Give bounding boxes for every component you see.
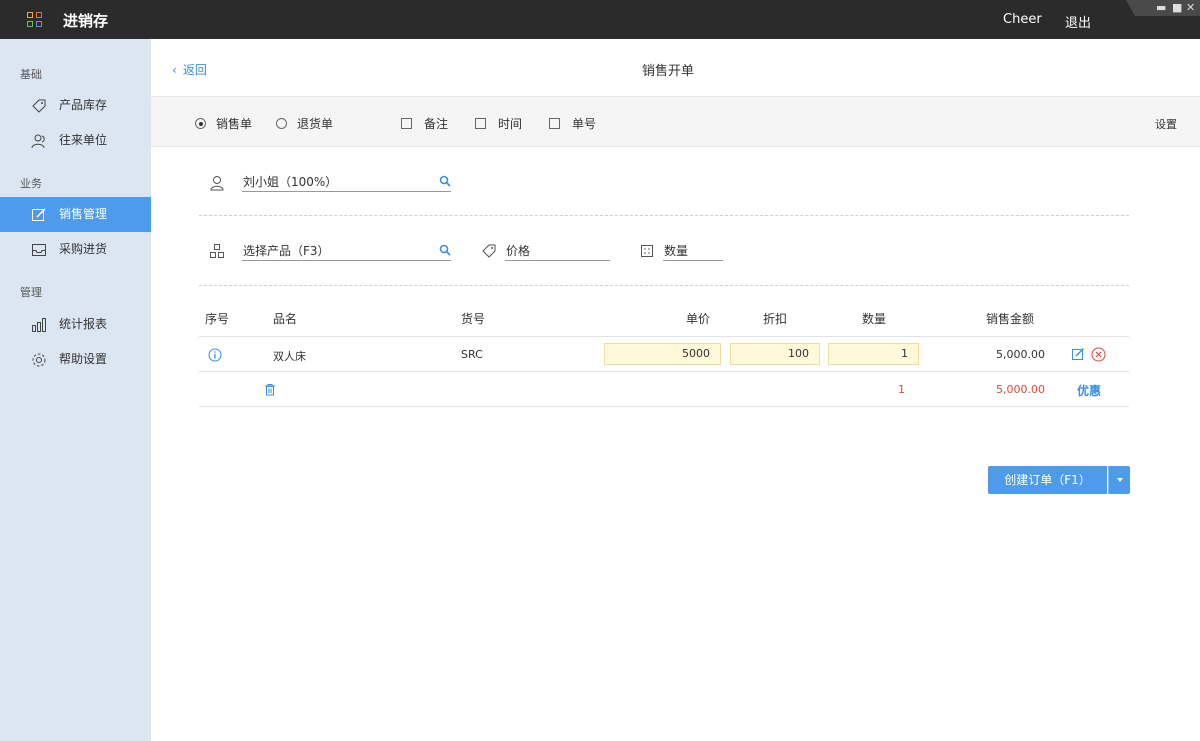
edit-icon[interactable] [1071,347,1085,361]
tag-icon [31,98,47,114]
inbox-icon [31,242,47,258]
sidebar-item-contacts[interactable]: 往来单位 [0,123,151,158]
checkbox-label: 时间 [498,117,523,131]
logout-button[interactable]: 退出 [1065,12,1091,31]
customer-field[interactable]: 刘小姐（100%） [242,170,451,192]
price-field[interactable]: 价格 [505,239,610,261]
gear-icon [31,352,47,368]
sidebar-group-manage: 管理 [20,286,42,299]
settings-link[interactable]: 设置 [1155,116,1177,132]
back-button[interactable]: ‹ 返回 [172,61,207,78]
back-label: 返回 [182,63,207,77]
contacts-icon [31,133,47,149]
product-placeholder: 选择产品（F3） [243,244,330,258]
radio-sale-order[interactable]: 销售单 [195,115,252,132]
checkbox-label: 单号 [572,117,597,131]
sidebar-group-basic: 基础 [20,68,42,81]
customer-value: 刘小姐（100%） [243,175,338,189]
product-icon [209,243,225,259]
minimize-icon[interactable]: ▬ [1156,1,1166,14]
divider [199,285,1129,286]
col-header-qty: 数量 [862,312,887,326]
sidebar-item-help-settings[interactable]: 帮助设置 [0,342,151,377]
title-bar: 进销存 Cheer 退出 ▬ ■ ✕ [0,0,1200,39]
checkbox-remark[interactable]: 备注 [401,115,448,132]
table-divider [199,336,1129,337]
col-header-index: 序号 [205,312,230,326]
row-amount: 5,000.00 [996,348,1045,361]
quantity-input[interactable]: 1 [828,343,919,365]
checkbox-icon [401,118,412,129]
product-sku: SRC [461,348,483,361]
maximize-icon[interactable]: ■ [1172,1,1182,14]
unit-price-input[interactable]: 5000 [604,343,721,365]
sidebar-item-purchase[interactable]: 采购进货 [0,232,151,267]
main-panel: ‹ 返回 销售开单 销售单 退货单 备注 时间 单号 设置 刘小姐（100%） 选… [151,39,1200,741]
col-header-sku: 货号 [461,312,486,326]
trash-icon[interactable] [264,383,276,396]
edit-icon [31,207,47,223]
calculator-icon [639,243,655,259]
close-icon[interactable]: ✕ [1186,1,1195,14]
price-label: 价格 [506,244,531,258]
create-order-button[interactable]: 创建订单（F1） [988,466,1107,494]
checkbox-icon [475,118,486,129]
checkbox-time[interactable]: 时间 [475,115,522,132]
options-bar: 销售单 退货单 备注 时间 单号 设置 [151,97,1200,147]
discount-input[interactable]: 100 [730,343,820,365]
info-icon[interactable] [208,348,222,362]
chevron-left-icon: ‹ [172,63,177,77]
col-header-amount: 销售金额 [986,312,1035,326]
radio-icon [276,118,287,129]
discount-link[interactable]: 优惠 [1077,382,1101,399]
checkbox-icon [549,118,560,129]
col-header-name: 品名 [273,312,298,326]
search-icon[interactable] [439,175,451,187]
sidebar-item-sales[interactable]: 销售管理 [0,197,151,232]
divider [199,215,1129,216]
create-order-dropdown[interactable] [1108,466,1130,494]
app-title: 进销存 [63,12,109,30]
product-select-field[interactable]: 选择产品（F3） [242,239,451,261]
bar-chart-icon [31,317,47,333]
table-divider [199,371,1129,372]
product-name: 双人床 [273,350,306,363]
sidebar: 基础 产品库存 往来单位 业务 销售管理 采购进货 管理 统计报表 帮助设置 [0,39,151,741]
checkbox-label: 备注 [424,117,449,131]
sidebar-item-product-stock[interactable]: 产品库存 [0,88,151,123]
col-header-discount: 折扣 [763,312,788,326]
total-amount: 5,000.00 [996,383,1045,396]
delete-icon[interactable] [1091,347,1106,362]
sidebar-item-label: 销售管理 [59,207,108,221]
sidebar-group-business: 业务 [20,177,42,190]
sidebar-item-label: 采购进货 [59,242,108,256]
checkbox-number[interactable]: 单号 [549,115,596,132]
sidebar-item-label: 统计报表 [59,317,108,331]
price-tag-icon [481,243,497,259]
app-logo-icon [27,12,43,28]
user-name[interactable]: Cheer [1003,12,1042,27]
window-controls: ▬ ■ ✕ [1126,0,1200,16]
table-divider [199,406,1129,407]
radio-label: 销售单 [216,117,253,131]
sidebar-item-label: 往来单位 [59,133,108,147]
total-quantity: 1 [898,383,905,396]
user-icon [209,175,225,191]
sidebar-item-label: 帮助设置 [59,352,108,366]
col-header-price: 单价 [686,312,711,326]
radio-label: 退货单 [297,117,334,131]
sidebar-item-label: 产品库存 [59,98,108,112]
page-title: 销售开单 [642,64,695,79]
sidebar-item-reports[interactable]: 统计报表 [0,307,151,342]
page-header: ‹ 返回 销售开单 [151,39,1200,97]
quantity-label: 数量 [664,244,689,258]
radio-checked-icon [195,118,206,129]
quantity-field[interactable]: 数量 [663,239,723,261]
radio-return-order[interactable]: 退货单 [276,115,333,132]
search-icon[interactable] [439,244,451,256]
